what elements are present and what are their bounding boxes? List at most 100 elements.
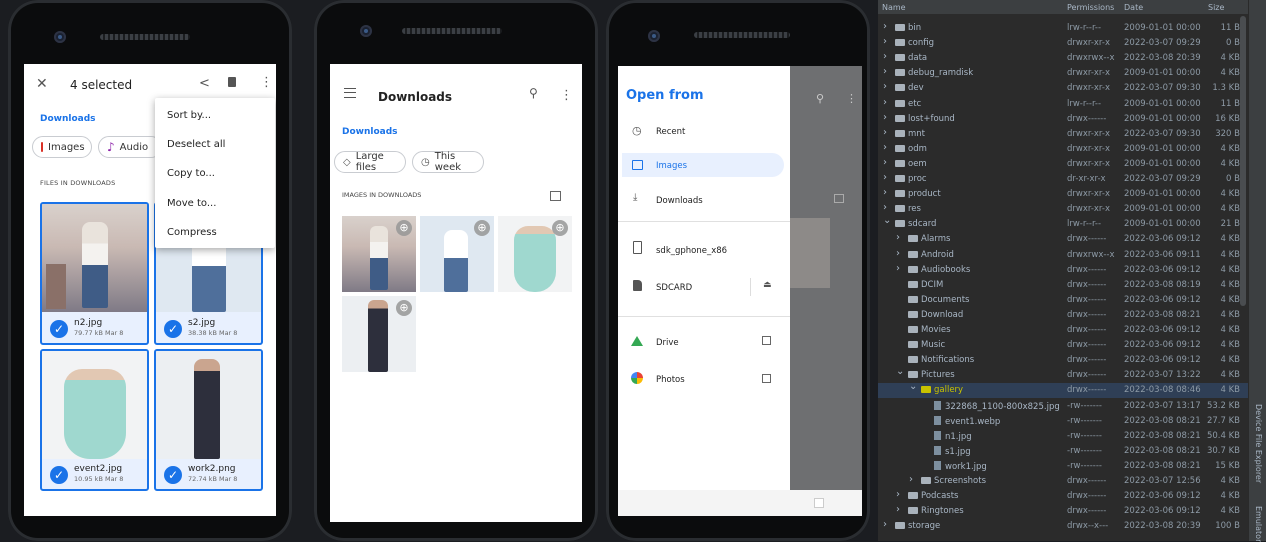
chevron-down-icon[interactable]: ⌄ (883, 215, 891, 226)
drawer-item-device[interactable]: sdk_gphone_x86 (656, 246, 727, 256)
chevron-right-icon[interactable]: › (909, 474, 913, 485)
select-circle-icon[interactable]: ⊕ (396, 220, 412, 236)
column-name[interactable]: Name (882, 3, 906, 12)
folder-row[interactable]: Music drwx------ 2022-03-06 09:12 4 KB (878, 338, 1248, 353)
folder-row[interactable]: ⌄ sdcard lrw-r--r-- 2009-01-01 00:00 21 B (878, 215, 1248, 232)
drawer-item-recent[interactable]: Recent (656, 127, 685, 137)
folder-row[interactable]: DCIM drwx------ 2022-03-08 08:19 4 KB (878, 278, 1248, 293)
file-tile[interactable]: ✓ n2.jpg 79.77 kB Mar 8 (40, 202, 149, 345)
column-size[interactable]: Size (1208, 3, 1224, 12)
drawer-item-downloads[interactable]: Downloads (656, 196, 703, 206)
folder-row[interactable]: › lost+found drwx------ 2009-01-01 00:00 16 … (878, 112, 1248, 127)
tab-emulator[interactable]: Emulator (1254, 506, 1263, 542)
file-row[interactable]: work1.jpg -rw------- 2022-03-08 08:21 15 KB (878, 459, 1248, 474)
chevron-right-icon[interactable]: › (896, 263, 900, 274)
drawer-item-images-selected[interactable] (622, 153, 784, 177)
folder-row[interactable]: › Podcasts drwx------ 2022-03-06 09:12 4 KB (878, 489, 1248, 504)
chevron-right-icon[interactable]: › (883, 66, 887, 77)
file-row[interactable]: 322868_1100-800x825.jpg -rw------- 2022-03… (878, 399, 1248, 414)
more-vert-icon[interactable]: ⋮ (260, 75, 273, 90)
folder-row[interactable]: › dev drwxr-xr-x 2022-03-07 09:30 1.3 KB (878, 81, 1248, 96)
file-row[interactable]: s1.jpg -rw------- 2022-03-08 08:21 30.7 KB (878, 444, 1248, 459)
scrollbar[interactable] (1240, 16, 1246, 306)
menu-item-deselect-all[interactable]: Deselect all (167, 139, 225, 150)
folder-row[interactable]: › debug_ramdisk drwxr-xr-x 2009-01-01 00:00… (878, 66, 1248, 81)
folder-row[interactable]: › proc dr-xr-xr-x 2022-03-07 09:29 0 B (878, 172, 1248, 187)
chip-this-week[interactable]: ◷ This week (412, 151, 484, 173)
open-in-icon[interactable] (762, 374, 771, 383)
breadcrumb[interactable]: Downloads (342, 127, 398, 137)
file-row[interactable]: n1.jpg -rw------- 2022-03-08 08:21 50.4 KB (878, 429, 1248, 444)
folder-row[interactable]: › Audiobooks drwx------ 2022-03-06 09:12 4 K… (878, 263, 1248, 278)
folder-row[interactable]: › Screenshots drwx------ 2022-03-07 12:56 4 … (878, 474, 1248, 489)
folder-row[interactable]: › Android drwxrwx--x 2022-03-06 09:11 4 KB (878, 248, 1248, 263)
chevron-right-icon[interactable]: › (883, 142, 887, 153)
breadcrumb[interactable]: Downloads (40, 114, 96, 124)
folder-row[interactable]: ⌄ Pictures drwx------ 2022-03-07 13:22 4 KB (878, 366, 1248, 383)
folder-row[interactable]: ⌄ gallery drwx------ 2022-03-08 08:46 4 KB (878, 381, 1248, 399)
chevron-right-icon[interactable]: › (883, 51, 887, 62)
select-circle-icon[interactable]: ⊕ (474, 220, 490, 236)
delete-icon[interactable] (228, 77, 236, 87)
drawer-item-photos[interactable]: Photos (656, 375, 685, 385)
nav-home-button[interactable] (814, 498, 824, 508)
folder-row[interactable]: › storage drwx--x--- 2022-03-08 20:39 100 B (878, 519, 1248, 534)
folder-row[interactable]: Notifications drwx------ 2022-03-06 09:12 4… (878, 353, 1248, 368)
folder-row[interactable]: › etc lrw-r--r-- 2009-01-01 00:00 11 B (878, 97, 1248, 112)
close-icon[interactable]: ✕ (36, 76, 48, 92)
folder-row[interactable]: › odm drwxr-xr-x 2009-01-01 00:00 4 KB (878, 142, 1248, 157)
folder-row[interactable]: › Alarms drwx------ 2022-03-06 09:12 4 KB (878, 232, 1248, 247)
chevron-right-icon[interactable]: › (896, 504, 900, 515)
column-date[interactable]: Date (1124, 3, 1143, 12)
menu-item-compress[interactable]: Compress (167, 227, 217, 238)
drawer-item-images[interactable]: Images (656, 161, 687, 171)
select-circle-icon[interactable]: ⊕ (396, 300, 412, 316)
chevron-right-icon[interactable]: › (883, 172, 887, 183)
image-thumbnail[interactable]: ⊕ (420, 216, 494, 292)
drawer-item-sdcard[interactable]: SDCARD (656, 283, 692, 293)
chevron-right-icon[interactable]: › (883, 36, 887, 47)
more-vert-icon[interactable]: ⋮ (560, 88, 573, 103)
open-in-icon[interactable] (762, 336, 771, 345)
folder-row[interactable]: › Ringtones drwx------ 2022-03-06 09:12 4 KB (878, 504, 1248, 519)
file-row[interactable]: event1.webp -rw------- 2022-03-08 08:21 27.… (878, 414, 1248, 429)
checkbox-selected-icon[interactable]: ✓ (164, 320, 182, 338)
folder-row[interactable]: › product drwxr-xr-x 2009-01-01 00:00 4 KB (878, 187, 1248, 202)
chevron-right-icon[interactable]: › (896, 232, 900, 243)
file-tile[interactable]: ✓ work2.png 72.74 kB Mar 8 (154, 349, 263, 491)
chevron-right-icon[interactable]: › (896, 248, 900, 259)
folder-row[interactable]: › bin lrw-r--r-- 2009-01-01 00:00 11 B (878, 21, 1248, 36)
folder-row[interactable]: › config drwxr-xr-x 2022-03-07 09:29 0 B (878, 36, 1248, 51)
image-thumbnail[interactable]: ⊕ (342, 296, 416, 372)
chevron-right-icon[interactable]: › (883, 112, 887, 123)
file-tile[interactable]: ✓ event2.jpg 10.95 kB Mar 8 (40, 349, 149, 491)
select-circle-icon[interactable]: ⊕ (552, 220, 568, 236)
folder-row[interactable]: › res drwxr-xr-x 2009-01-01 00:00 4 KB (878, 202, 1248, 217)
chevron-right-icon[interactable]: › (883, 97, 887, 108)
grid-view-icon[interactable] (550, 191, 561, 201)
menu-item-sort-by[interactable]: Sort by... (167, 110, 211, 121)
chip-large-files[interactable]: ◇ Large files (334, 151, 406, 173)
folder-row[interactable]: › oem drwxr-xr-x 2009-01-01 00:00 4 KB (878, 157, 1248, 172)
checkbox-selected-icon[interactable]: ✓ (50, 320, 68, 338)
share-icon[interactable]: < (199, 76, 210, 91)
chip-audio[interactable]: ♪ Audio (98, 136, 162, 158)
menu-item-copy-to[interactable]: Copy to... (167, 168, 215, 179)
chevron-right-icon[interactable]: › (883, 157, 887, 168)
menu-item-move-to[interactable]: Move to... (167, 198, 216, 209)
folder-row[interactable]: › mnt drwxr-xr-x 2022-03-07 09:30 320 B (878, 127, 1248, 142)
image-thumbnail[interactable]: ⊕ (498, 216, 572, 292)
search-icon[interactable]: ⚲ (529, 86, 538, 100)
chevron-right-icon[interactable]: › (883, 519, 887, 530)
tab-device-file-explorer[interactable]: Device File Explorer (1254, 404, 1263, 483)
chevron-down-icon[interactable]: ⌄ (909, 381, 917, 392)
folder-row[interactable]: Movies drwx------ 2022-03-06 09:12 4 KB (878, 323, 1248, 338)
chevron-right-icon[interactable]: › (883, 81, 887, 92)
chevron-right-icon[interactable]: › (883, 187, 887, 198)
column-permissions[interactable]: Permissions (1067, 3, 1114, 12)
chevron-right-icon[interactable]: › (883, 21, 887, 32)
folder-row[interactable]: Documents drwx------ 2022-03-06 09:12 4 KB (878, 293, 1248, 308)
image-thumbnail[interactable]: ⊕ (342, 216, 416, 292)
chevron-down-icon[interactable]: ⌄ (896, 366, 904, 377)
checkbox-selected-icon[interactable]: ✓ (164, 466, 182, 484)
